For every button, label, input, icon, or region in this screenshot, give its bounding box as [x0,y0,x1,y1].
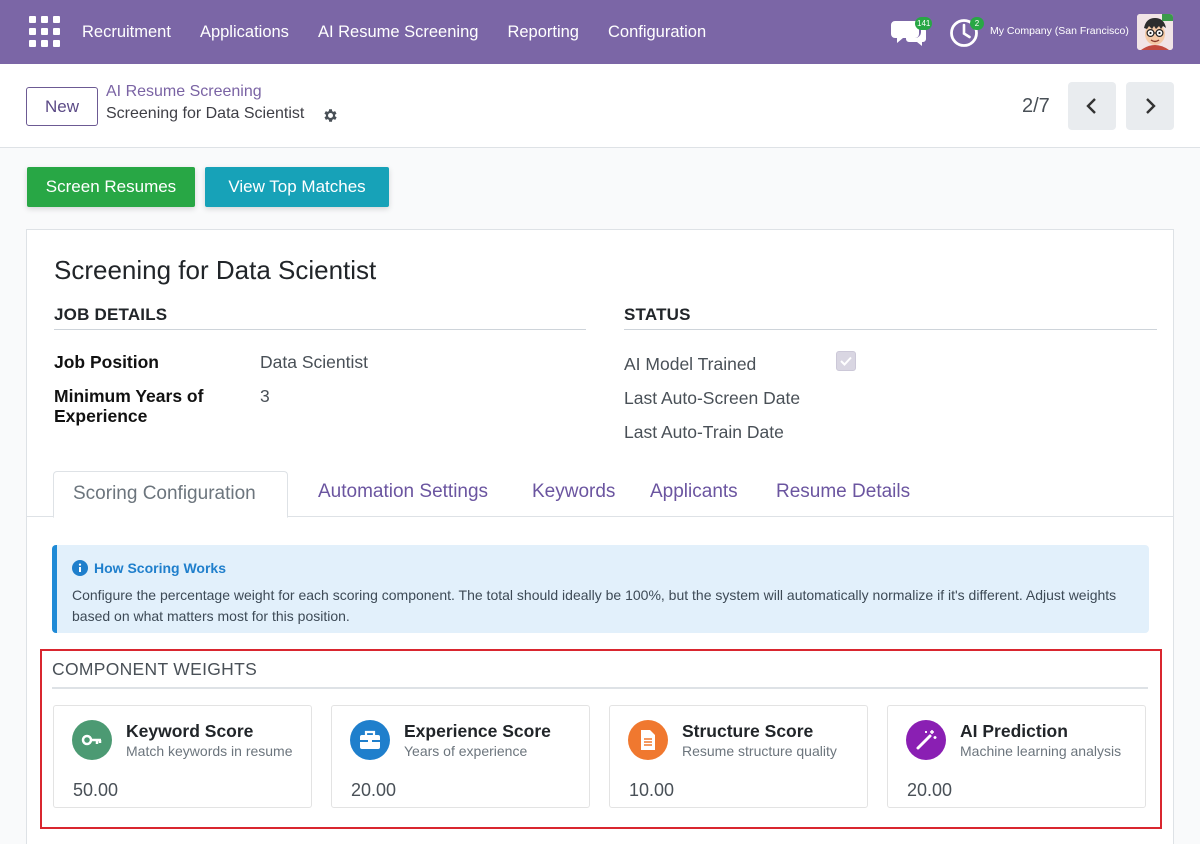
main-menu: Recruitment Applications AI Resume Scree… [82,0,735,64]
menu-item-ai-resume-screening[interactable]: AI Resume Screening [318,23,479,42]
info-icon [72,560,88,576]
tab-resume-details[interactable]: Resume Details [776,481,910,503]
tab-keywords[interactable]: Keywords [532,481,615,503]
structure-weight-field[interactable]: 10.00 [629,780,674,801]
chevron-right-icon [1146,98,1156,114]
activity-badge: 2 [970,17,984,30]
job-position-label: Job Position [54,352,159,372]
pager-previous-button[interactable] [1068,82,1116,130]
card-title: Structure Score [682,721,814,741]
experience-score-card: Experience Score Years of experience 20.… [331,705,590,808]
keyword-weight-field[interactable]: 50.00 [73,780,118,801]
notebook-tabs: Scoring Configuration Automation Setting… [27,471,1174,518]
component-weights-divider [52,687,1148,689]
card-subtitle: Machine learning analysis [960,743,1122,759]
view-top-matches-button[interactable]: View Top Matches [205,167,389,207]
key-icon [72,720,112,760]
company-switcher[interactable]: My Company (San Francisco) [990,25,1129,37]
document-icon [628,720,668,760]
gear-icon[interactable] [322,107,339,124]
chat-badge: 141 [915,17,933,30]
chat-icon[interactable]: 141 [891,17,933,48]
job-position-value[interactable]: Data Scientist [260,352,368,373]
card-subtitle: Years of experience [404,743,528,759]
status-heading: STATUS [624,305,691,324]
keyword-score-card: Keyword Score Match keywords in resume 5… [53,705,312,808]
ai-prediction-card: AI Prediction Machine learning analysis … [887,705,1146,808]
card-title: Experience Score [404,721,551,741]
user-avatar[interactable] [1137,14,1173,50]
min-years-value[interactable]: 3 [260,386,270,407]
menu-item-recruitment[interactable]: Recruitment [82,23,171,42]
ai-model-trained-checkbox[interactable] [836,351,856,371]
card-title: Keyword Score [126,721,254,741]
menu-item-applications[interactable]: Applications [200,23,289,42]
structure-score-card: Structure Score Resume structure quality… [609,705,868,808]
job-details-divider [54,329,586,330]
screen-resumes-button[interactable]: Screen Resumes [27,167,195,207]
status-divider [624,329,1157,330]
ai-model-trained-label: AI Model Trained [624,354,757,374]
job-details-heading: JOB DETAILS [54,305,168,324]
tab-applicants[interactable]: Applicants [650,481,738,503]
tab-scoring-configuration[interactable]: Scoring Configuration [53,471,288,518]
control-panel: New AI Resume Screening Screening for Da… [0,64,1200,148]
pager-next-button[interactable] [1126,82,1174,130]
new-button[interactable]: New [26,87,98,126]
breadcrumb-parent[interactable]: AI Resume Screening [106,83,262,101]
form-sheet: Screening for Data Scientist JOB DETAILS… [26,229,1174,844]
last-auto-train-label: Last Auto-Train Date [624,422,784,442]
last-auto-screen-label: Last Auto-Screen Date [624,388,801,408]
magic-wand-icon [906,720,946,760]
record-title: Screening for Data Scientist [54,255,377,285]
info-alert: How Scoring Works Configure the percenta… [52,545,1149,633]
ai-prediction-weight-field[interactable]: 20.00 [907,780,952,801]
pager-value[interactable]: 2/7 [1022,95,1050,118]
card-title: AI Prediction [960,721,1068,741]
tab-automation-settings[interactable]: Automation Settings [318,481,488,503]
briefcase-icon [350,720,390,760]
check-icon [840,356,852,366]
component-weights-heading: COMPONENT WEIGHTS [52,659,258,679]
breadcrumb-current: Screening for Data Scientist [106,105,305,122]
alert-text: Configure the percentage weight for each… [72,587,1117,624]
min-years-label: Minimum Years of Experience [54,386,204,426]
apps-menu-icon[interactable] [29,16,60,47]
card-subtitle: Resume structure quality [682,743,837,759]
chevron-left-icon [1086,98,1096,114]
activity-clock-icon[interactable]: 2 [949,17,984,49]
menu-item-configuration[interactable]: Configuration [608,23,706,42]
menu-item-reporting[interactable]: Reporting [507,23,579,42]
alert-title: How Scoring Works [94,560,226,576]
top-navbar: Recruitment Applications AI Resume Scree… [0,0,1200,64]
experience-weight-field[interactable]: 20.00 [351,780,396,801]
card-subtitle: Match keywords in resume [126,743,293,759]
